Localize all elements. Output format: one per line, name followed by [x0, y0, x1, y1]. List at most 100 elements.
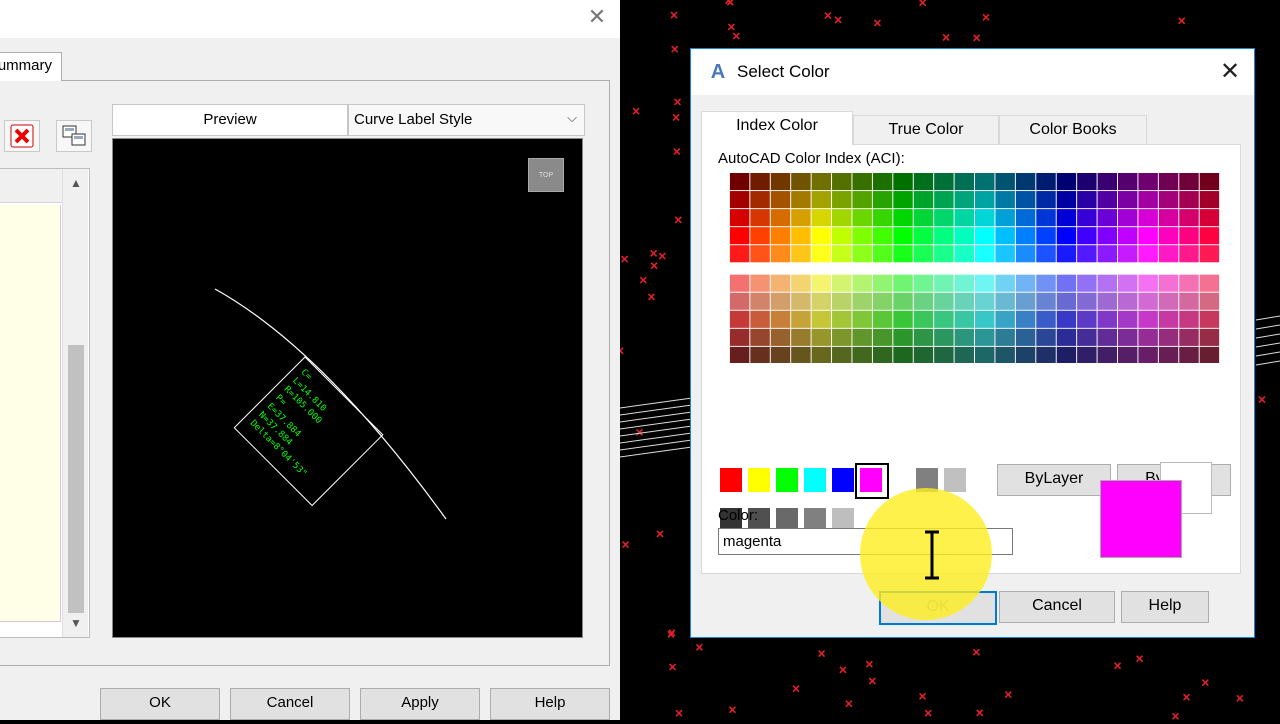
aci-swatch[interactable] [770, 209, 791, 227]
aci-swatch[interactable] [1056, 292, 1077, 310]
aci-swatch[interactable] [1015, 346, 1036, 363]
aci-swatch[interactable] [852, 245, 872, 263]
aci-color-grid[interactable] [717, 173, 1233, 363]
aci-swatch[interactable] [995, 245, 1015, 263]
aci-swatch[interactable] [1138, 191, 1158, 209]
aci-swatch[interactable] [832, 328, 852, 346]
aci-swatch[interactable] [913, 245, 934, 263]
aci-swatch[interactable] [791, 292, 811, 310]
aci-swatch[interactable] [975, 346, 995, 363]
aci-swatch[interactable] [995, 209, 1015, 227]
preview-style-select[interactable]: Curve Label Style [348, 104, 585, 136]
aci-swatch[interactable] [852, 191, 872, 209]
aci-swatch[interactable] [893, 274, 913, 292]
aci-swatch[interactable] [832, 310, 852, 328]
standard-color-swatch[interactable] [803, 467, 827, 493]
aci-swatch[interactable] [750, 245, 770, 263]
property-grid-row[interactable] [0, 595, 61, 622]
aci-swatch[interactable] [811, 274, 832, 292]
aci-swatch[interactable] [791, 191, 811, 209]
aci-swatch[interactable] [1097, 191, 1118, 209]
tab-index-color[interactable]: Index Color [701, 111, 853, 145]
aci-swatch[interactable] [1117, 173, 1138, 191]
aci-swatch[interactable] [893, 292, 913, 310]
aci-swatch[interactable] [913, 310, 934, 328]
aci-swatch[interactable] [954, 191, 975, 209]
aci-swatch[interactable] [1179, 346, 1199, 363]
aci-swatch[interactable] [1097, 310, 1118, 328]
aci-swatch[interactable] [770, 328, 791, 346]
aci-swatch[interactable] [1056, 346, 1077, 363]
aci-swatch[interactable] [1138, 292, 1158, 310]
aci-swatch[interactable] [893, 346, 913, 363]
aci-swatch[interactable] [954, 245, 975, 263]
aci-swatch[interactable] [1158, 274, 1179, 292]
aci-swatch[interactable] [872, 173, 893, 191]
aci-swatch[interactable] [913, 274, 934, 292]
aci-swatch[interactable] [832, 292, 852, 310]
aci-swatch[interactable] [832, 245, 852, 263]
copy-component-button[interactable] [56, 120, 92, 152]
aci-swatch[interactable] [1117, 209, 1138, 227]
aci-swatch[interactable] [770, 310, 791, 328]
aci-swatch[interactable] [1138, 328, 1158, 346]
aci-swatch[interactable] [1138, 346, 1158, 363]
aci-swatch[interactable] [1077, 274, 1097, 292]
aci-swatch[interactable] [995, 227, 1015, 245]
aci-swatch[interactable] [1199, 346, 1220, 363]
aci-swatch[interactable] [1199, 292, 1220, 310]
close-icon[interactable]: ✕ [1217, 59, 1243, 85]
aci-swatch[interactable] [1077, 346, 1097, 363]
aci-swatch[interactable] [893, 245, 913, 263]
left-ok-button[interactable]: OK [100, 688, 220, 720]
property-grid-row[interactable] [0, 335, 61, 362]
aci-swatch[interactable] [1056, 191, 1077, 209]
aci-swatch[interactable] [1097, 328, 1118, 346]
aci-swatch[interactable] [1179, 310, 1199, 328]
aci-swatch[interactable] [729, 292, 750, 310]
aci-swatch[interactable] [791, 209, 811, 227]
aci-swatch[interactable] [1199, 173, 1220, 191]
aci-swatch[interactable] [1015, 191, 1036, 209]
aci-swatch[interactable] [995, 346, 1015, 363]
aci-swatch[interactable] [1097, 346, 1118, 363]
aci-swatch[interactable] [1117, 227, 1138, 245]
aci-swatch[interactable] [1179, 292, 1199, 310]
aci-swatch[interactable] [832, 274, 852, 292]
scroll-up-icon[interactable]: ▲ [63, 171, 89, 195]
aci-swatch[interactable] [729, 310, 750, 328]
aci-swatch[interactable] [729, 328, 750, 346]
property-grid-row[interactable] [0, 465, 61, 492]
aci-swatch[interactable] [729, 173, 750, 191]
aci-swatch[interactable] [1097, 227, 1118, 245]
aci-swatch[interactable] [872, 227, 893, 245]
help-button[interactable]: Help [1121, 591, 1209, 623]
property-grid-row[interactable] [0, 309, 61, 336]
standard-color-swatch[interactable] [719, 467, 743, 493]
aci-swatch[interactable] [770, 346, 791, 363]
aci-swatch[interactable] [913, 191, 934, 209]
aci-swatch[interactable] [811, 310, 832, 328]
aci-swatch[interactable] [975, 227, 995, 245]
aci-swatch[interactable] [872, 191, 893, 209]
aci-swatch[interactable] [729, 346, 750, 363]
aci-swatch[interactable] [893, 191, 913, 209]
aci-swatch[interactable] [975, 191, 995, 209]
aci-swatch[interactable] [1015, 245, 1036, 263]
aci-swatch[interactable] [811, 209, 832, 227]
aci-swatch[interactable] [1158, 245, 1179, 263]
aci-swatch[interactable] [811, 173, 832, 191]
property-grid-row[interactable] [0, 361, 61, 388]
aci-swatch[interactable] [1077, 328, 1097, 346]
property-grid-row[interactable] [0, 205, 61, 232]
aci-swatch[interactable] [750, 227, 770, 245]
aci-swatch[interactable] [934, 245, 954, 263]
aci-swatch[interactable] [1158, 173, 1179, 191]
aci-swatch[interactable] [975, 292, 995, 310]
aci-swatch[interactable] [791, 328, 811, 346]
aci-swatch[interactable] [1199, 245, 1220, 263]
aci-swatch[interactable] [1056, 328, 1077, 346]
aci-swatch[interactable] [1036, 310, 1056, 328]
aci-swatch[interactable] [934, 292, 954, 310]
aci-swatch[interactable] [729, 209, 750, 227]
